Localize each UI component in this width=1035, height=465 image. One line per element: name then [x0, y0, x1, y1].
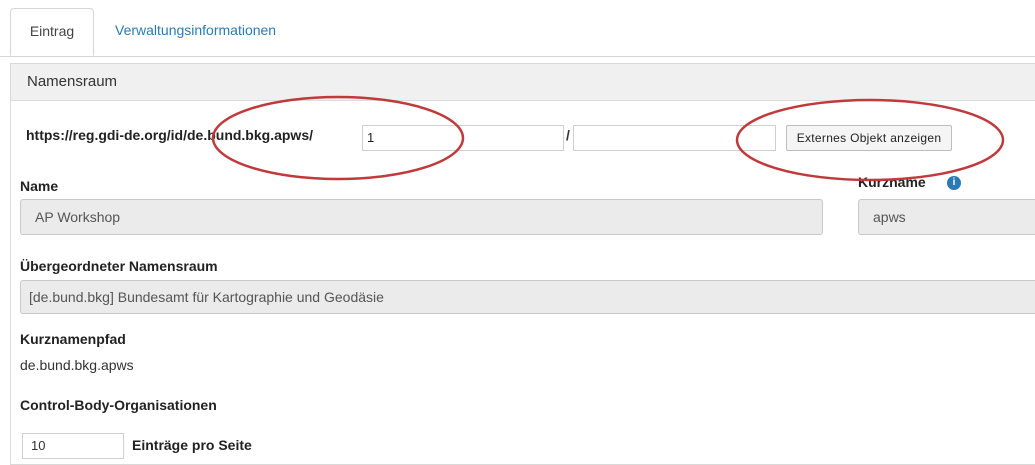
uri-part2-input[interactable]	[573, 125, 776, 151]
tab-bar: Eintrag Verwaltungsinformationen	[0, 0, 1035, 57]
parent-namespace-label: Übergeordneter Namensraum	[20, 258, 218, 274]
shortname-path-label: Kurznamenpfad	[20, 331, 126, 347]
tab-divider	[0, 56, 1035, 57]
shortname-path-value: de.bund.bkg.apws	[20, 357, 134, 373]
entries-per-page-label: Einträge pro Seite	[132, 437, 252, 453]
show-external-object-button[interactable]: Externes Objekt anzeigen	[786, 125, 952, 151]
tab-verwaltungsinformationen[interactable]: Verwaltungsinformationen	[100, 8, 291, 56]
uri-part1-input[interactable]: 1	[362, 125, 564, 151]
uri-separator: /	[566, 127, 570, 143]
kurzname-field[interactable]: apws	[858, 199, 1035, 235]
control-body-label: Control-Body-Organisationen	[20, 397, 217, 413]
kurzname-label: Kurzname	[858, 174, 926, 190]
info-icon[interactable]: i	[947, 176, 961, 190]
tab-eintrag[interactable]: Eintrag	[10, 8, 94, 56]
uri-prefix-label: https://reg.gdi-de.org/id/de.bund.bkg.ap…	[26, 127, 313, 143]
name-field[interactable]: AP Workshop	[20, 199, 823, 235]
entries-per-page-select[interactable]: 10	[22, 433, 124, 459]
panel-title: Namensraum	[11, 64, 1035, 101]
parent-namespace-field[interactable]: [de.bund.bkg] Bundesamt für Kartographie…	[20, 280, 1035, 314]
name-label: Name	[20, 178, 59, 194]
